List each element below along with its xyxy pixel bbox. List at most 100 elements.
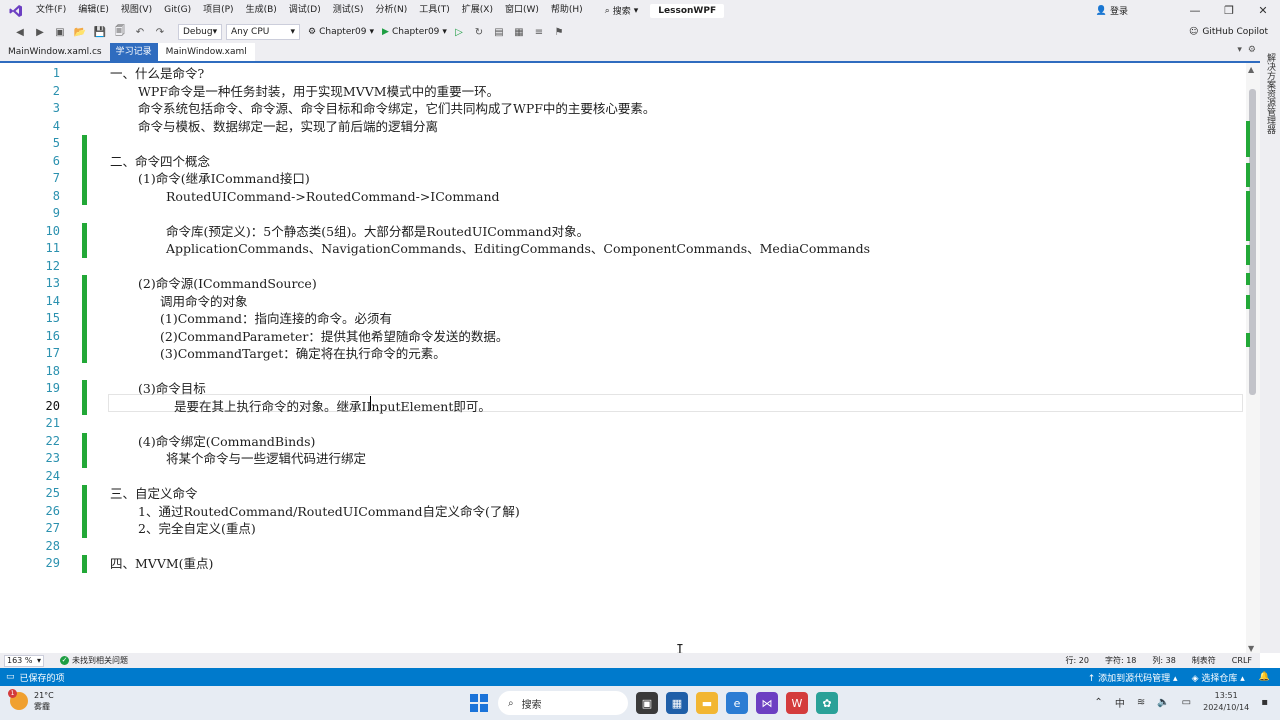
code-line: 29 四、MVVM(重点) [0, 555, 1246, 573]
cursor-column[interactable]: 列: 38 [1144, 655, 1183, 666]
configuration-dropdown[interactable]: Debug ▾ [178, 24, 222, 40]
task-view-icon[interactable]: ▣ [636, 692, 658, 714]
tab-mainwindow-xaml-cs[interactable]: MainWindow.xaml.cs [0, 43, 110, 61]
undo-icon[interactable]: ↶ [132, 24, 148, 40]
redo-icon[interactable]: ↷ [152, 24, 168, 40]
menu-item[interactable]: Git(G) [158, 0, 197, 21]
menu-item[interactable]: 测试(S) [327, 0, 370, 21]
solution-explorer-tab[interactable]: 解决方案资源管理器 [1264, 53, 1277, 134]
back-icon[interactable]: ◀ [12, 24, 28, 40]
platform-dropdown[interactable]: Any CPU ▾ [226, 24, 300, 40]
scroll-up-icon[interactable]: ▲ [1248, 65, 1254, 74]
change-indicator [82, 170, 87, 188]
vertical-scrollbar[interactable]: ▲ ▼ [1246, 63, 1260, 653]
menu-item[interactable]: 窗口(W) [499, 0, 545, 21]
platform-value: Any CPU [231, 27, 270, 37]
chevron-down-icon[interactable]: ▾ [1237, 45, 1242, 55]
maximize-button[interactable]: ❐ [1212, 4, 1246, 17]
start-menu-icon[interactable] [468, 692, 490, 714]
scroll-down-icon[interactable]: ▼ [1248, 644, 1254, 653]
battery-icon[interactable]: ▭ [1182, 697, 1191, 708]
hot-reload-icon[interactable]: ↻ [471, 24, 487, 40]
menu-item[interactable]: 编辑(E) [72, 0, 115, 21]
menu-item[interactable]: 帮助(H) [545, 0, 589, 21]
search-button[interactable]: ⌕ 搜索 ▾ [599, 4, 645, 18]
start-without-debugging-icon[interactable]: ▷ [451, 24, 467, 40]
menu-item[interactable]: 扩展(X) [456, 0, 499, 21]
tab-study-notes[interactable]: 学习记录 [109, 43, 158, 61]
github-copilot-button[interactable]: ☺ GitHub Copilot [1189, 21, 1268, 43]
wifi-icon[interactable]: ≋ [1137, 697, 1145, 708]
line-number: 1 [52, 66, 60, 80]
line-ending[interactable]: CRLF [1224, 656, 1260, 665]
code-text: 调用命令的对象 [160, 293, 248, 309]
issues-indicator[interactable]: ✓ 未找到相关问题 [60, 655, 128, 666]
cursor-line[interactable]: 行: 20 [1058, 655, 1097, 666]
select-repository-button[interactable]: ◈ 选择仓库 ▴ [1192, 671, 1245, 684]
run-target-label: Chapter09 [391, 27, 440, 37]
tab-mode[interactable]: 制表符 [1184, 655, 1224, 666]
code-text: 一、什么是命令? [110, 66, 205, 81]
cursor-char[interactable]: 字符: 18 [1097, 655, 1144, 666]
code-line: 23 将某个命令与一些逻辑代码进行绑定 [0, 450, 1246, 468]
change-indicator [82, 485, 87, 503]
menu-item[interactable]: 工具(T) [413, 0, 456, 21]
line-number: 6 [52, 153, 60, 168]
minimize-button[interactable]: — [1178, 4, 1212, 17]
menu-item[interactable]: 视图(V) [115, 0, 158, 21]
store-icon[interactable]: ▦ [666, 692, 688, 714]
chevron-up-icon[interactable]: ⌃ [1094, 697, 1102, 708]
browse-icon[interactable]: ▤ [491, 24, 507, 40]
notification-icon[interactable]: ▪ [1261, 697, 1268, 708]
file-explorer-icon[interactable]: ▬ [696, 692, 718, 714]
taskbar-search[interactable]: ⌕ 搜索 [498, 691, 628, 715]
menu-item[interactable]: 调试(D) [283, 0, 327, 21]
forward-icon[interactable]: ▶ [32, 24, 48, 40]
line-number: 4 [52, 118, 60, 133]
code-line: 8 RoutedUICommand->RoutedCommand->IComman… [0, 187, 1246, 205]
start-debugging-button[interactable]: ▶ Chapter09 ▾ [382, 27, 447, 37]
save-all-icon[interactable]: 🗐 [112, 24, 128, 40]
code-editor[interactable]: 1 一、什么是命令? 2 WPF命令是一种任务封装，用于实现MVVM模式中的重要一环。… [0, 63, 1246, 658]
add-to-source-control-button[interactable]: ↑ 添加到源代码管理 ▴ [1088, 671, 1178, 684]
settings-icon[interactable]: ⚙ [1248, 45, 1256, 55]
close-button[interactable]: ✕ [1246, 4, 1280, 17]
solution-name: LessonWPF [650, 3, 725, 18]
new-item-icon[interactable]: ▣ [52, 24, 68, 40]
app-icon[interactable]: ✿ [816, 692, 838, 714]
wps-icon[interactable]: W [786, 692, 808, 714]
line-number: 11 [45, 241, 60, 255]
change-indicator [82, 292, 87, 310]
weather-widget[interactable]: 1 21°C 雾霾 [8, 689, 54, 712]
bookmark-icon[interactable]: ⚑ [551, 24, 567, 40]
menu-item[interactable]: 生成(B) [240, 0, 283, 21]
document-tab-bar: MainWindow.xaml.cs 学习记录 MainWindow.xaml … [0, 43, 1260, 63]
menu-item[interactable]: 文件(F) [30, 0, 72, 21]
save-icon[interactable]: 💾 [92, 24, 108, 40]
login-button[interactable]: 👤 登录 [1096, 4, 1128, 18]
code-text: 命令与模板、数据绑定一起，实现了前后端的逻辑分离 [138, 118, 439, 134]
editor-status-bar: 163 % ▾ ✓ 未找到相关问题 行: 20 字符: 18 列: 38 制表符… [0, 653, 1260, 668]
scrollbar-thumb[interactable] [1249, 89, 1256, 395]
layout-icon[interactable]: ▦ [511, 24, 527, 40]
code-line: 27 2、完全自定义(重点) [0, 520, 1246, 538]
volume-icon[interactable]: 🔈 [1157, 697, 1169, 708]
clock[interactable]: 13:51 2024/10/14 [1203, 690, 1249, 714]
menu-item[interactable]: 分析(N) [369, 0, 413, 21]
ime-icon[interactable]: 中 [1115, 695, 1125, 710]
visual-studio-icon[interactable]: ⋈ [756, 692, 778, 714]
notifications-icon[interactable]: 🔔 [1259, 672, 1270, 682]
code-text: 命令库(预定义)：5个静态类(5组)。大部分都是RoutedUICommand对… [166, 223, 590, 239]
startup-project-dropdown[interactable]: ⚙ Chapter09 ▾ [308, 27, 374, 37]
comment-icon[interactable]: ≡ [531, 24, 547, 40]
taskbar-search-label: 搜索 [521, 699, 542, 711]
edge-icon[interactable]: e [726, 692, 748, 714]
code-line: 18 [0, 363, 1246, 381]
code-line: 21 [0, 415, 1246, 433]
change-marker [1246, 333, 1250, 347]
open-file-icon[interactable]: 📂 [72, 24, 88, 40]
tab-mainwindow-xaml[interactable]: MainWindow.xaml [157, 43, 255, 61]
zoom-dropdown[interactable]: 163 % ▾ [4, 654, 44, 667]
menu-item[interactable]: 项目(P) [197, 0, 239, 21]
line-number: 2 [52, 83, 60, 98]
